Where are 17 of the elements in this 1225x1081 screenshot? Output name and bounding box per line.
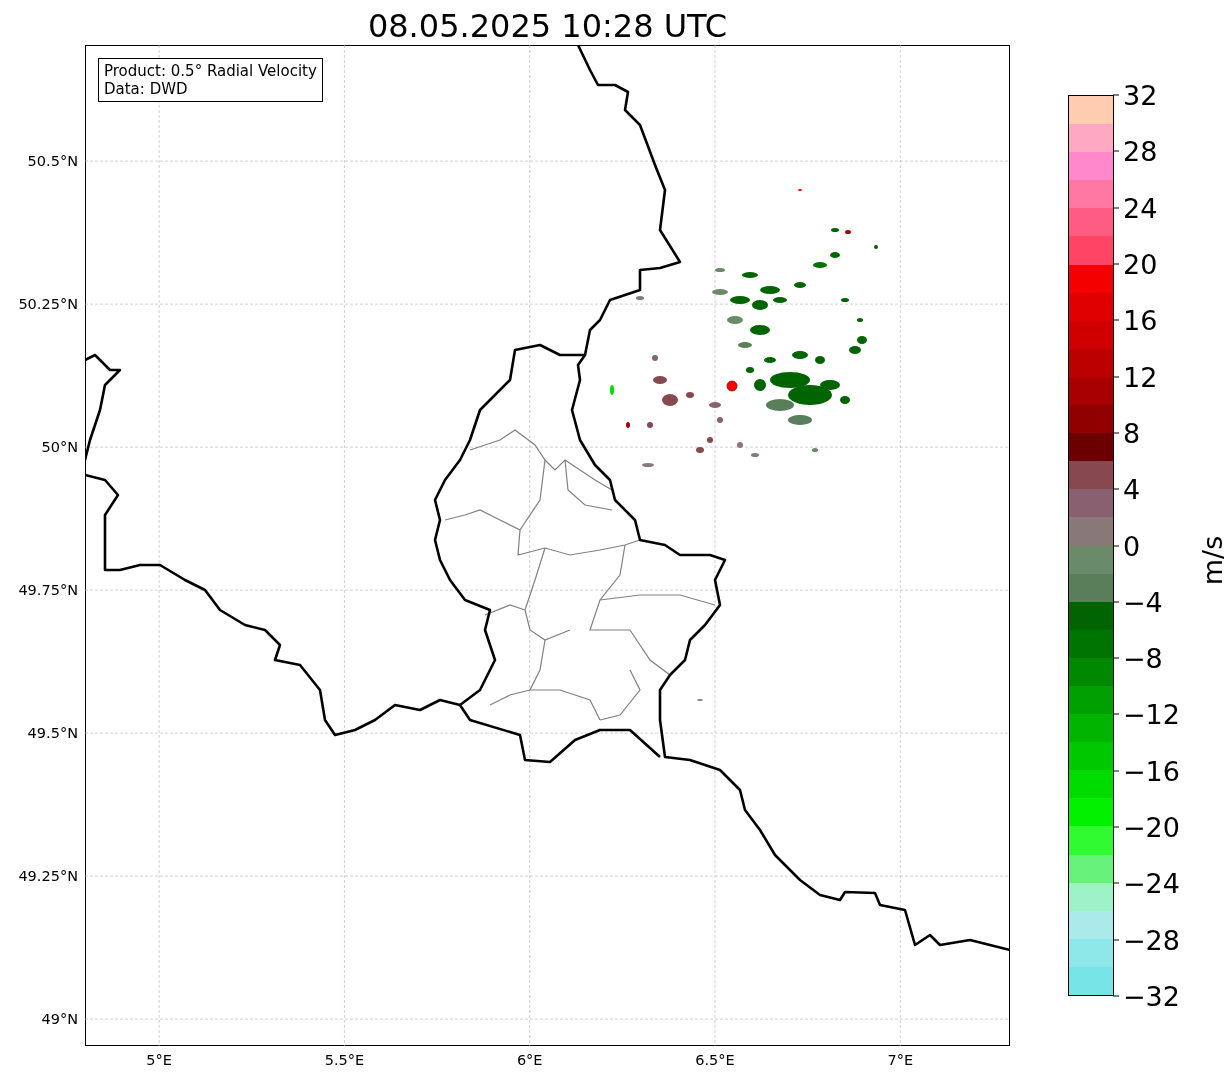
longitude-label: 7°E — [887, 1052, 914, 1068]
longitude-label: 5.5°E — [324, 1052, 365, 1068]
colorbar-unit-label: m/s — [1197, 535, 1225, 586]
chart-title: 08.05.2025 10:28 UTC — [367, 6, 728, 45]
longitude-label: 6°E — [516, 1052, 543, 1068]
longitude-label: 5°E — [146, 1052, 172, 1068]
radar-site-marker — [726, 380, 738, 392]
longitude-label: 6.5°E — [695, 1052, 735, 1068]
latitude-label: 49.5°N — [27, 725, 78, 742]
legend-text: Data: DWD — [104, 80, 189, 98]
latitude-label: 50.25°N — [18, 296, 78, 313]
latitude-label: 50°N — [41, 439, 78, 456]
latitude-label: 49°N — [41, 1011, 78, 1028]
latitude-label: 50.5°N — [27, 153, 78, 170]
latitude-label: 49.25°N — [18, 868, 78, 885]
legend-text: Product: 0.5° Radial Velocity — [104, 62, 317, 80]
latitude-label: 49.75°N — [18, 582, 78, 599]
